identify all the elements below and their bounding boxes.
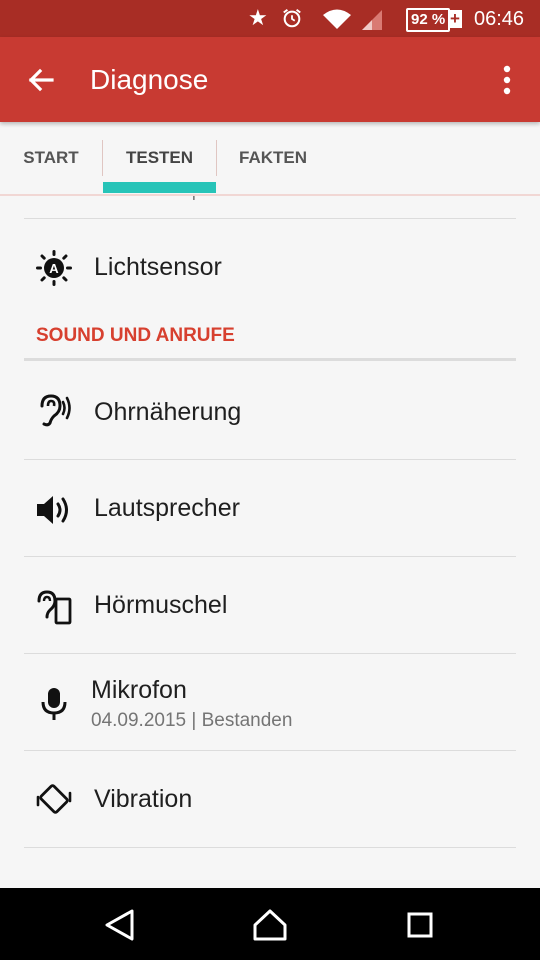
active-tab-indicator <box>103 182 216 193</box>
tab-start[interactable]: START <box>0 122 102 194</box>
arrow-back-icon[interactable] <box>26 65 56 95</box>
list-item-vibration[interactable]: Vibration <box>24 751 516 848</box>
earpiece-icon <box>37 590 72 625</box>
section-title: SOUND UND ANRUFE <box>36 325 235 346</box>
page-title: Diagnose <box>90 64 209 95</box>
speaker-icon <box>37 496 68 524</box>
app-bar: Diagnose <box>0 37 540 122</box>
section-divider <box>24 358 516 361</box>
recents-nav-icon[interactable] <box>402 908 438 942</box>
microphone-icon <box>41 688 67 720</box>
tab-fakten[interactable]: FAKTEN <box>217 122 329 194</box>
ear-proximity-icon <box>40 394 71 427</box>
list-item-ohrnaeherung[interactable]: Ohrnäherung <box>24 362 516 460</box>
more-vert-icon[interactable] <box>494 63 520 97</box>
list-item-label: Lautsprecher <box>94 494 240 522</box>
tab-bar: START TESTEN FAKTEN <box>0 122 540 196</box>
light-sensor-icon: A <box>36 250 72 286</box>
vibration-icon <box>36 784 72 814</box>
list-item-mikrofon[interactable]: Mikrofon 04.09.2015 | Bestanden <box>24 654 516 751</box>
list-item-lautsprecher[interactable]: Lautsprecher <box>24 460 516 557</box>
home-nav-icon[interactable] <box>252 908 288 942</box>
list-item-label: Vibration <box>94 785 193 813</box>
list-item-lichtsensor[interactable]: A Lichtsensor <box>24 219 516 316</box>
svg-text:A: A <box>49 261 59 276</box>
list-item-label: Ohrnäherung <box>94 398 242 426</box>
list-item-label: Hörmuschel <box>94 591 228 619</box>
back-nav-icon[interactable] <box>102 908 138 942</box>
list-item-sub: 04.09.2015 | Bestanden <box>91 710 293 731</box>
list-item-label: Mikrofon <box>91 676 187 704</box>
list-item-hoermuschel[interactable]: Hörmuschel <box>24 557 516 654</box>
list-item-label: Lichtsensor <box>94 253 222 281</box>
navigation-bar <box>0 888 540 960</box>
